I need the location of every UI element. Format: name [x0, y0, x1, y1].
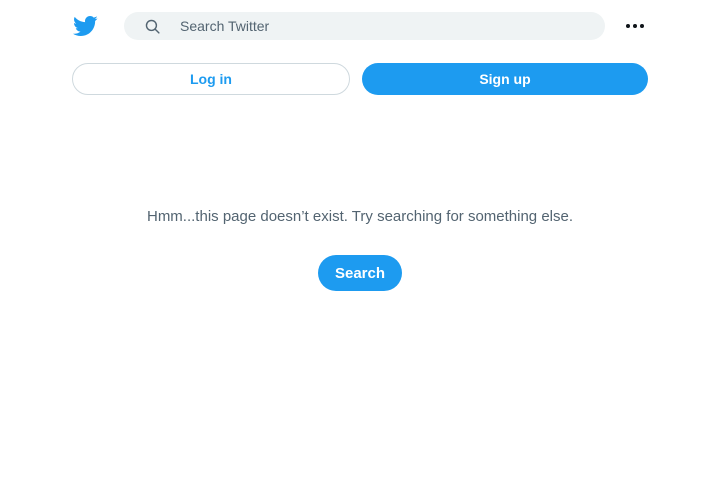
error-message: Hmm...this page doesn’t exist. Try searc…: [146, 208, 574, 225]
search-button[interactable]: Search: [318, 255, 402, 291]
signup-button[interactable]: Sign up: [362, 63, 648, 95]
search-icon: [144, 18, 161, 35]
page: Log in Sign up Hmm...this page doesn’t e…: [0, 0, 720, 480]
search-input[interactable]: [180, 12, 590, 40]
twitter-bird-icon[interactable]: [72, 13, 98, 39]
login-button[interactable]: Log in: [72, 63, 350, 95]
search-box[interactable]: [124, 12, 605, 40]
more-horizontal-icon: [626, 24, 644, 28]
more-options-button[interactable]: [622, 14, 648, 38]
